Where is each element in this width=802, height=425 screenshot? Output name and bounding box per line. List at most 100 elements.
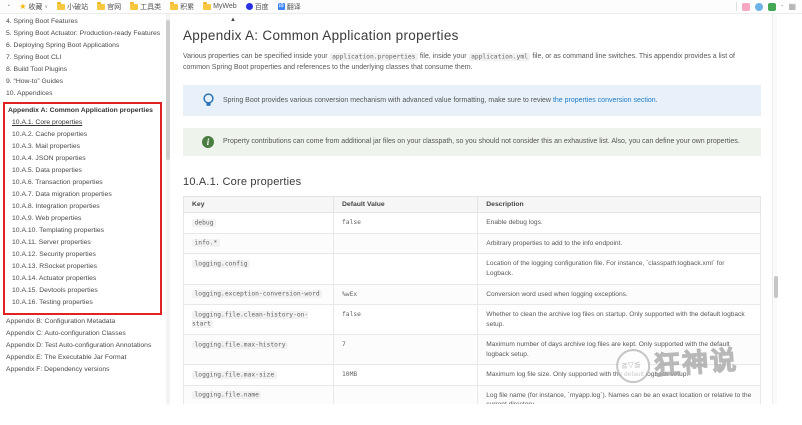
extension-icon-green[interactable] [768,3,776,11]
browser-icon[interactable]: ◔ [6,3,10,10]
sidebar-item-howto[interactable]: 9. “How-to” Guides [6,78,162,87]
apps-grid-icon[interactable]: ▦ [788,3,796,11]
property-default: false [342,219,361,226]
chevron-down-icon: ∨ [44,4,48,10]
code-application-properties: application.properties [330,53,418,61]
sidebar-item-appendices[interactable]: 10. Appendices [6,90,162,99]
content-area: Appendix A: Common Application propertie… [171,14,771,404]
property-default: 10MB [342,371,357,378]
bookmark-baidu[interactable]: 百度 [246,2,269,12]
bookmark-translate[interactable]: 译 翻译 [278,2,301,12]
sidebar-item-build-tools[interactable]: 8. Build Tool Plugins [6,66,162,75]
property-key: info.* [192,239,220,247]
property-description: Location of the logging configuration fi… [478,254,761,284]
folder-icon [57,4,65,10]
table-row: logging.config Location of the logging co… [184,254,761,284]
property-key: logging.file.max-size [192,371,277,379]
browser-window: ◔ ★ 收藏 ∨ 小破站 官网 工具类 积累 MyWeb 百度 [0,0,802,425]
highlight-red-box: Appendix A: Common Application propertie… [3,102,162,315]
sidebar-item-cache-properties[interactable]: 10.A.2. Cache properties [8,131,157,140]
sidebar-item-web-properties[interactable]: 10.A.9. Web properties [8,215,157,224]
favorites-menu[interactable]: ★ 收藏 ∨ [19,2,48,12]
property-key: debug [192,219,216,227]
property-description: Log file name (for instance, `myapp.log`… [478,385,761,404]
table-row: info.* Arbitrary properties to add to the… [184,233,761,254]
property-description: Maximum number of days archive log files… [478,335,761,365]
dash-glyph: - [781,3,783,10]
toolbar-extensions: - ▦ [736,2,796,11]
property-description: Arbitrary properties to add to the info … [478,233,761,254]
extension-icon-blue[interactable] [755,3,763,11]
section-title: 10.A.1. Core properties [183,176,761,188]
lightbulb-icon [193,93,223,108]
favorites-label: 收藏 [28,2,42,12]
table-row: logging.file.clean-history-on-start false… [184,305,761,335]
sidebar-item-devtools-properties[interactable]: 10.A.15. Devtools properties [8,287,157,296]
folder-icon [170,4,178,10]
tip-admonition: Spring Boot provides various conversion … [183,85,761,116]
code-application-yml: application.yml [469,53,531,61]
table-row: logging.file.name Log file name (for inst… [184,385,761,404]
sidebar-item-actuator[interactable]: 5. Spring Boot Actuator: Production-read… [6,30,162,39]
sidebar-item-appendix-f[interactable]: Appendix F: Dependency versions [6,366,162,375]
sidebar-item-templating-properties[interactable]: 10.A.10. Templating properties [8,227,157,236]
page-scrollbar-thumb[interactable] [774,276,778,298]
column-header-default: Default Value [334,197,478,213]
property-default: 7 [342,341,346,348]
property-default: %wEx [342,291,357,298]
sidebar-item-mail-properties[interactable]: 10.A.3. Mail properties [8,143,157,152]
sidebar-item-appendix-e[interactable]: Appendix E: The Executable Jar Format [6,354,162,363]
sidebar-item-appendix-c[interactable]: Appendix C: Auto-configuration Classes [6,330,162,339]
sidebar-item-actuator-properties[interactable]: 10.A.14. Actuator properties [8,275,157,284]
column-header-key: Key [184,197,334,213]
bookmark-folder-4[interactable]: 积累 [170,2,194,12]
sidebar-item-features[interactable]: 4. Spring Boot Features [6,18,162,27]
sidebar-scrollbar[interactable] [166,14,170,404]
extension-icon-pink[interactable] [742,3,750,11]
sidebar-item-deploying[interactable]: 6. Deploying Spring Boot Applications [6,42,162,51]
table-row: logging.file.max-size10MBMaximum log fil… [184,365,761,386]
table-row: logging.file.max-history7Maximum number … [184,335,761,365]
bookmark-folder-5[interactable]: MyWeb [203,3,237,10]
bookmark-folder-1[interactable]: 小破站 [57,2,88,12]
property-description: Conversion word used when logging except… [478,284,761,305]
sidebar-item-server-properties[interactable]: 10.A.11. Server properties [8,239,157,248]
folder-icon [130,4,138,10]
sidebar-item-json-properties[interactable]: 10.A.4. JSON properties [8,155,157,164]
sidebar-item-transaction-properties[interactable]: 10.A.6. Transaction properties [8,179,157,188]
property-key: logging.file.name [192,391,261,399]
property-description: Whether to clean the archive log files o… [478,305,761,335]
bookmarks-bar: ◔ ★ 收藏 ∨ 小破站 官网 工具类 积累 MyWeb 百度 [0,0,802,14]
sidebar-item-testing-properties[interactable]: 10.A.16. Testing properties [8,299,157,308]
sidebar-item-data-migration-properties[interactable]: 10.A.7. Data migration properties [8,191,157,200]
sidebar-item-integration-properties[interactable]: 10.A.8. Integration properties [8,203,157,212]
table-header-row: Key Default Value Description [184,197,761,213]
page-scrollbar[interactable] [772,14,777,404]
note-admonition: i Property contributions can come from a… [183,128,761,156]
note-text: Property contributions can come from add… [223,137,740,148]
sidebar-item-appendix-b[interactable]: Appendix B: Configuration Metadata [6,318,162,327]
sidebar-appendix-a-header[interactable]: Appendix A: Common Application propertie… [8,107,157,116]
baidu-icon [246,3,253,10]
bookmark-folder-3[interactable]: 工具类 [130,2,161,12]
sidebar-item-data-properties[interactable]: 10.A.5. Data properties [8,167,157,176]
sidebar-item-appendix-d[interactable]: Appendix D: Test Auto-configuration Anno… [6,342,162,351]
sidebar-item-cli[interactable]: 7. Spring Boot CLI [6,54,162,63]
table-row: debug false Enable debug logs. [184,213,761,234]
divider [736,2,737,11]
sidebar-item-security-properties[interactable]: 10.A.12. Security properties [8,251,157,260]
sidebar-item-core-properties[interactable]: 10.A.1. Core properties [8,119,157,128]
tip-text: Spring Boot provides various conversion … [223,96,658,107]
sidebar-item-rsocket-properties[interactable]: 10.A.13. RSocket properties [8,263,157,272]
intro-paragraph: Various properties can be specified insi… [183,51,761,73]
property-description: Enable debug logs. [478,213,761,234]
bookmark-folder-2[interactable]: 官网 [97,2,121,12]
property-key: logging.config [192,260,250,268]
property-key: logging.exception-conversion-word [192,290,322,298]
property-default: false [342,311,361,318]
property-key: logging.file.clean-history-on-start [192,311,308,329]
toc-sidebar: 4. Spring Boot Features 5. Spring Boot A… [0,14,166,404]
star-icon: ★ [19,3,26,11]
sidebar-scrollbar-thumb[interactable] [166,20,170,160]
properties-conversion-link[interactable]: the properties conversion section [553,97,656,104]
